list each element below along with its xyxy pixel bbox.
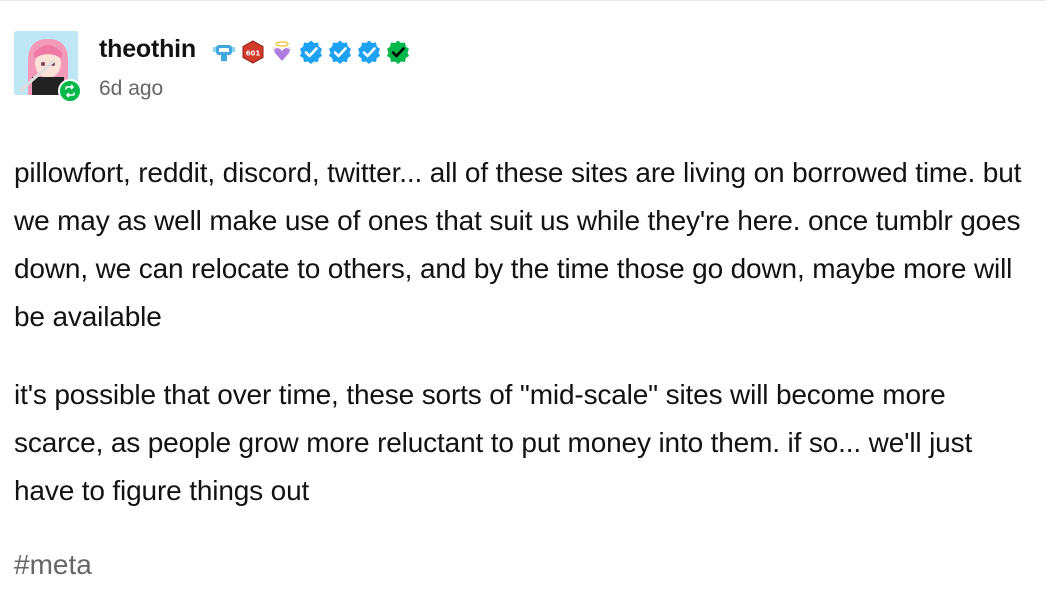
post-timestamp[interactable]: 6d ago [99, 77, 163, 101]
robot-badge-icon[interactable] [211, 39, 237, 65]
red-hex-badge-icon[interactable]: 601 [240, 39, 266, 65]
badge-row: 601 [211, 38, 411, 66]
post-paragraph: it's possible that over time, these sort… [14, 379, 973, 506]
verified-green-check-icon[interactable] [385, 39, 411, 65]
avatar[interactable] [14, 31, 82, 103]
post-body: pillowfort, reddit, discord, twitter... … [14, 149, 1034, 515]
heart-angel-badge-icon[interactable] [269, 39, 295, 65]
tag-link[interactable]: #meta [14, 549, 92, 580]
reblog-icon [58, 79, 82, 103]
red-hex-badge-label: 601 [246, 50, 261, 58]
verified-blue-check-icon[interactable] [298, 39, 324, 65]
username-link[interactable]: theothin [99, 35, 196, 64]
verified-blue-check-icon[interactable] [327, 39, 353, 65]
post-header: theothin 601 6d ago [14, 31, 614, 103]
post-tags: #meta [14, 549, 92, 581]
verified-blue-check-icon[interactable] [356, 39, 382, 65]
post-paragraph: pillowfort, reddit, discord, twitter... … [14, 157, 1022, 332]
post-card: theothin 601 6d ago pillowfort, reddit, … [0, 0, 1045, 600]
